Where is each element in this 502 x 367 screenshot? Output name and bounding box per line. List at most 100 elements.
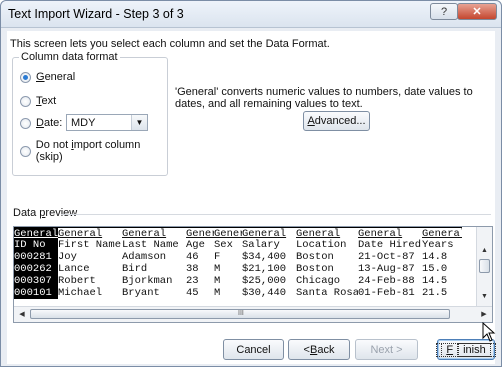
table-cell: ID No xyxy=(14,239,58,251)
column-format-header[interactable]: General xyxy=(242,227,296,239)
table-cell: Age xyxy=(186,239,205,251)
scroll-down-icon[interactable]: ▼ xyxy=(479,291,490,303)
preview-header-row: GeneralGeneralGeneralGeneralGeneralGener… xyxy=(14,227,462,239)
column-format-header[interactable]: General xyxy=(58,227,122,239)
table-cell: $25,000 xyxy=(242,275,287,287)
title-bar: Text Import Wizard - Step 3 of 3 ? ✕ xyxy=(1,1,501,28)
column-format-header[interactable]: General xyxy=(422,227,462,239)
chevron-down-icon[interactable]: ▼ xyxy=(131,115,147,130)
horizontal-scrollbar[interactable]: ◀ III ▶ xyxy=(14,306,492,322)
table-cell: Last Name xyxy=(122,239,179,251)
data-preview-label: Data preview xyxy=(13,207,78,219)
table-cell: Robert xyxy=(58,275,96,287)
date-format-select[interactable]: MDY ▼ xyxy=(66,114,148,131)
column-format-header[interactable]: General xyxy=(14,227,58,239)
vertical-scroll-thumb[interactable] xyxy=(479,259,490,273)
table-cell: 000281 xyxy=(14,251,58,263)
date-format-value: MDY xyxy=(71,117,96,129)
divider xyxy=(61,214,491,215)
back-button[interactable]: < Back xyxy=(288,339,350,360)
scroll-left-icon[interactable]: ◀ xyxy=(16,309,28,320)
table-cell: Date Hired xyxy=(358,239,422,251)
close-button[interactable]: ✕ xyxy=(457,3,497,20)
table-cell: Lance xyxy=(58,263,90,275)
radio-text[interactable]: Text xyxy=(20,95,56,107)
radio-date-label: Date: xyxy=(36,117,63,129)
mouse-cursor-icon xyxy=(482,322,496,342)
scroll-up-icon[interactable]: ▲ xyxy=(479,245,490,257)
column-format-header[interactable]: General xyxy=(214,227,242,239)
table-row: 000262 Lance Bird 38 M $21,100 Boston 13-Aug-87… xyxy=(14,263,462,275)
group-legend: Column data format xyxy=(19,51,120,63)
radio-skip-label: Do not import column (skip) xyxy=(35,139,141,163)
column-format-header[interactable]: General xyxy=(358,227,422,239)
radio-skip[interactable]: Do not import column (skip) xyxy=(20,139,167,163)
column-data-format-group: Column data format General Text Date: MD… xyxy=(12,51,168,176)
table-cell: 38 xyxy=(186,263,199,275)
radio-date[interactable]: Date: xyxy=(20,117,62,129)
window-title: Text Import Wizard - Step 3 of 3 xyxy=(8,7,184,21)
table-row: 000101 Michael Bryant 45 M $30,440 Santa Rosa 0… xyxy=(14,287,462,299)
grip-icon: III xyxy=(238,310,244,317)
cancel-button[interactable]: Cancel xyxy=(223,339,284,360)
horizontal-scroll-thumb[interactable]: III xyxy=(30,309,450,319)
radio-general[interactable]: General xyxy=(20,71,75,83)
table-cell: Santa Rosa xyxy=(296,287,358,299)
table-cell: First Name xyxy=(58,239,122,251)
radio-date-indicator[interactable] xyxy=(20,117,31,129)
table-cell: 21.5 xyxy=(422,287,448,299)
text-import-wizard-dialog: Text Import Wizard - Step 3 of 3 ? ✕ Thi… xyxy=(0,0,502,367)
table-cell: Chicago xyxy=(296,275,341,287)
column-format-header[interactable]: General xyxy=(296,227,358,239)
help-icon: ? xyxy=(440,5,448,18)
radio-skip-indicator[interactable] xyxy=(20,145,31,157)
table-row: 000281 Joy Adamson 46 F $34,400 Boston 21-Oct-8… xyxy=(14,251,462,263)
table-cell: $34,400 xyxy=(242,251,287,263)
table-cell: 15.0 xyxy=(422,263,448,275)
table-cell: Michael xyxy=(58,287,103,299)
close-icon: ✕ xyxy=(472,6,482,18)
advanced-button[interactable]: Advanced... xyxy=(303,111,370,131)
dialog-content: This screen lets you select each column … xyxy=(7,31,496,364)
table-cell: 21-Oct-87 xyxy=(358,251,415,263)
table-cell: $21,100 xyxy=(242,263,287,275)
radio-general-label: General xyxy=(36,71,76,83)
table-cell: Adamson xyxy=(122,251,167,263)
table-cell: Bryant xyxy=(122,287,160,299)
table-cell: 000307 xyxy=(14,275,58,287)
table-row: ID No First Name Last Name Age Sex Salary Loca… xyxy=(14,239,462,251)
table-cell: Boston xyxy=(296,251,334,263)
table-cell: 23 xyxy=(186,275,199,287)
table-cell: M xyxy=(214,263,221,275)
table-cell: Salary xyxy=(242,239,280,251)
radio-general-indicator[interactable] xyxy=(20,71,31,83)
column-format-header[interactable]: General xyxy=(186,227,214,239)
data-preview-grid[interactable]: GeneralGeneralGeneralGeneralGeneralGener… xyxy=(13,226,493,323)
table-cell: 14.8 xyxy=(422,251,448,263)
table-cell: 45 xyxy=(186,287,199,299)
radio-text-label: Text xyxy=(36,95,57,107)
next-button[interactable]: Next > xyxy=(355,339,418,360)
preview-table[interactable]: GeneralGeneralGeneralGeneralGeneralGener… xyxy=(14,227,462,299)
table-cell: 14.5 xyxy=(422,275,448,287)
radio-text-indicator[interactable] xyxy=(20,95,31,107)
help-button[interactable]: ? xyxy=(430,3,458,20)
finish-button[interactable]: Finish xyxy=(436,339,496,360)
table-cell: 000101 xyxy=(14,287,58,299)
table-cell: Boston xyxy=(296,263,334,275)
table-cell: Joy xyxy=(58,251,77,263)
table-cell: F xyxy=(214,251,221,263)
table-cell: $30,440 xyxy=(242,287,287,299)
scroll-right-icon[interactable]: ▶ xyxy=(478,309,490,320)
vertical-scrollbar[interactable]: ▲ ▼ xyxy=(476,227,492,307)
table-cell: Years xyxy=(422,239,454,251)
wizard-description: This screen lets you select each column … xyxy=(10,38,330,50)
table-cell: 46 xyxy=(186,251,199,263)
table-cell: Bird xyxy=(122,263,148,275)
column-format-header[interactable]: General xyxy=(122,227,186,239)
table-cell: M xyxy=(214,275,221,287)
table-cell: Bjorkman xyxy=(122,275,173,287)
table-cell: M xyxy=(214,287,221,299)
table-cell: 13-Aug-87 xyxy=(358,263,415,275)
table-cell: Sex xyxy=(214,239,233,251)
